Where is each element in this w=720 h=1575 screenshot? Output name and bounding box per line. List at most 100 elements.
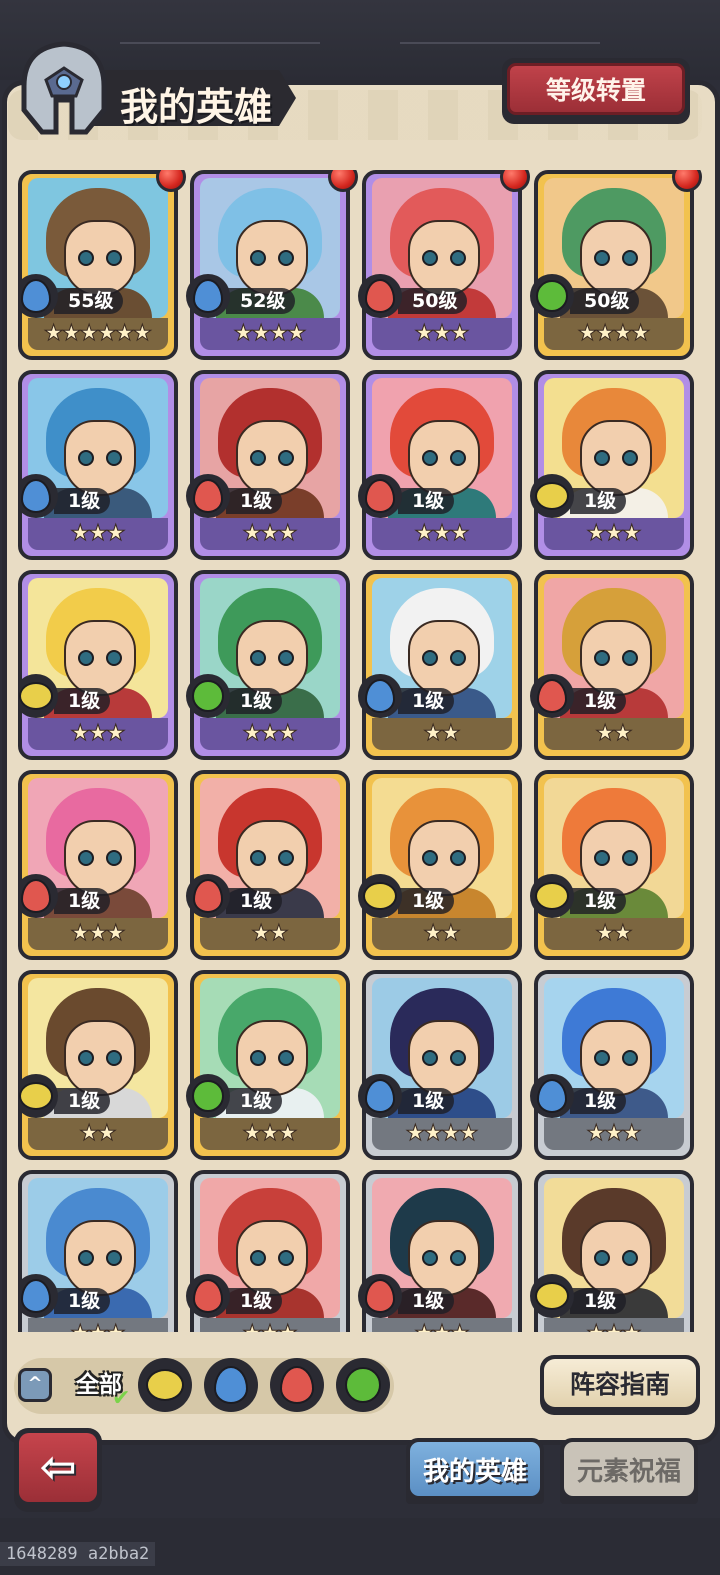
hero-star-rating: ★★★ [544,1318,684,1332]
hero-level: 1级 [398,488,455,514]
hero-card[interactable]: ★★★ 1级 [18,1170,178,1332]
star-icon: ★ [132,321,153,346]
hero-star-rating: ★★★ [28,718,168,750]
filter-wind-button[interactable] [336,1358,390,1412]
hero-level: 1级 [570,1288,627,1314]
tab-my-heroes[interactable]: 我的英雄 [406,1438,544,1504]
earth-element-icon [530,1274,574,1318]
earth-element-icon [530,474,574,518]
hero-star-rating: ★★★ [200,1318,340,1332]
fire-element-icon [280,1366,314,1404]
star-icon: ★ [105,921,126,946]
hero-card[interactable]: ★★★ 1级 [358,370,522,560]
water-element-icon [214,1366,248,1404]
wind-element-icon [186,674,230,718]
hero-card[interactable]: ★★★ 1级 [530,970,694,1160]
level-reset-button[interactable]: 等级转置 [502,58,690,124]
hero-card[interactable]: ★★★ 1级 [186,570,350,760]
star-icon: ★ [630,321,651,346]
hero-card[interactable]: ★ ★ ★ ★ ★ ★ 55级 [18,170,186,360]
wind-element-icon [530,274,574,318]
hero-level: 52级 [226,288,296,314]
hero-card[interactable]: ★★★ 1级 [530,370,694,560]
hero-card[interactable]: ★ ★ ★ ★ 50级 [530,170,702,360]
hero-star-rating: ★ ★ [200,918,340,950]
hero-level: 1级 [54,688,111,714]
hero-level: 50级 [398,288,468,314]
hero-card[interactable]: ★ ★ 1级 [530,570,694,760]
filter-earth-button[interactable] [138,1358,192,1412]
star-icon: ★ [97,1121,118,1146]
star-icon: ★ [105,1322,126,1332]
earth-element-icon [530,874,574,918]
hero-star-rating: ★ ★ ★ ★ ★ ★ [28,318,168,350]
hero-star-rating: ★ ★ ★ ★ [544,318,684,350]
star-icon: ★ [621,1121,642,1146]
hero-card[interactable]: ★ ★ 1级 [358,570,522,760]
hero-star-rating: ★★★ [28,918,168,950]
collapse-filter-button[interactable]: ^ [18,1368,52,1402]
hero-star-rating: ★ ★ [372,718,512,750]
water-element-icon [186,274,230,318]
lineup-guide-button[interactable]: 阵容指南 [540,1355,700,1415]
fire-element-icon [358,1274,402,1318]
star-icon: ★ [277,1121,298,1146]
hero-card[interactable]: ★★★ 1级 [18,770,178,960]
fire-element-icon [186,474,230,518]
hero-level: 1级 [570,488,627,514]
water-element-icon [358,674,402,718]
hero-card[interactable]: ★ ★ 1级 [358,770,522,960]
star-icon: ★ [621,521,642,546]
build-id: 1648289 a2bba2 [0,1542,156,1566]
hero-card[interactable]: ★★★ 1级 [18,370,178,560]
lineup-guide-label: 阵容指南 [544,1359,696,1407]
fire-element-icon [530,674,574,718]
hero-card[interactable]: ★★★ 1级 [186,370,350,560]
water-element-icon [358,1074,402,1118]
deco-line [400,42,600,44]
hero-level: 1级 [226,688,283,714]
tab-element-blessing[interactable]: 元素祝福 [560,1438,698,1504]
hero-level: 1级 [54,1088,111,1114]
star-icon: ★ [269,921,290,946]
hero-card[interactable]: ★ ★ ★ 50级 [358,170,530,360]
hero-star-rating: ★ ★ ★ ★ [200,318,340,350]
star-icon: ★ [449,521,470,546]
page-title: 我的英雄 [120,85,273,129]
hero-level: 1级 [570,688,627,714]
hero-star-rating: ★★★ [544,518,684,550]
star-icon: ★ [449,1322,470,1332]
hero-card[interactable]: ★ ★ ★ ★ 1级 [358,970,522,1160]
hero-star-rating: ★★★ [200,718,340,750]
hero-card[interactable]: ★ ★ 1级 [18,970,178,1160]
hero-level: 1级 [226,488,283,514]
hero-star-rating: ★★★ [28,518,168,550]
hero-card[interactable]: ★ ★ ★ ★ 52级 [186,170,358,360]
hero-star-rating: ★ ★ [544,918,684,950]
star-icon: ★ [613,921,634,946]
star-icon: ★ [277,1322,298,1332]
hero-card[interactable]: ★★★ 1级 [186,1170,350,1332]
hero-card[interactable]: ★★★ 1级 [358,1170,522,1332]
hero-card[interactable]: ★★★ 1级 [186,970,350,1160]
hero-level: 1级 [226,1088,283,1114]
hero-card[interactable]: ★★★ 1级 [18,570,178,760]
filter-fire-button[interactable] [270,1358,324,1412]
hero-card[interactable]: ★ ★ 1级 [530,770,694,960]
hero-level: 1级 [398,688,455,714]
star-icon: ★ [441,721,462,746]
star-icon: ★ [105,721,126,746]
star-icon: ★ [286,321,307,346]
hero-star-rating: ★★★ [372,318,512,350]
hero-level: 1级 [226,1288,283,1314]
back-button[interactable]: ⇦ [14,1428,102,1512]
hero-star-rating: ★ ★ [544,718,684,750]
hero-level: 55级 [54,288,124,314]
hero-level: 1级 [570,888,627,914]
star-icon: ★ [613,721,634,746]
filter-water-button[interactable] [204,1358,258,1412]
hero-card[interactable]: ★★★ 1级 [530,1170,694,1332]
hero-card[interactable]: ★ ★ 1级 [186,770,350,960]
hero-level: 1级 [54,1288,111,1314]
star-icon: ★ [277,521,298,546]
